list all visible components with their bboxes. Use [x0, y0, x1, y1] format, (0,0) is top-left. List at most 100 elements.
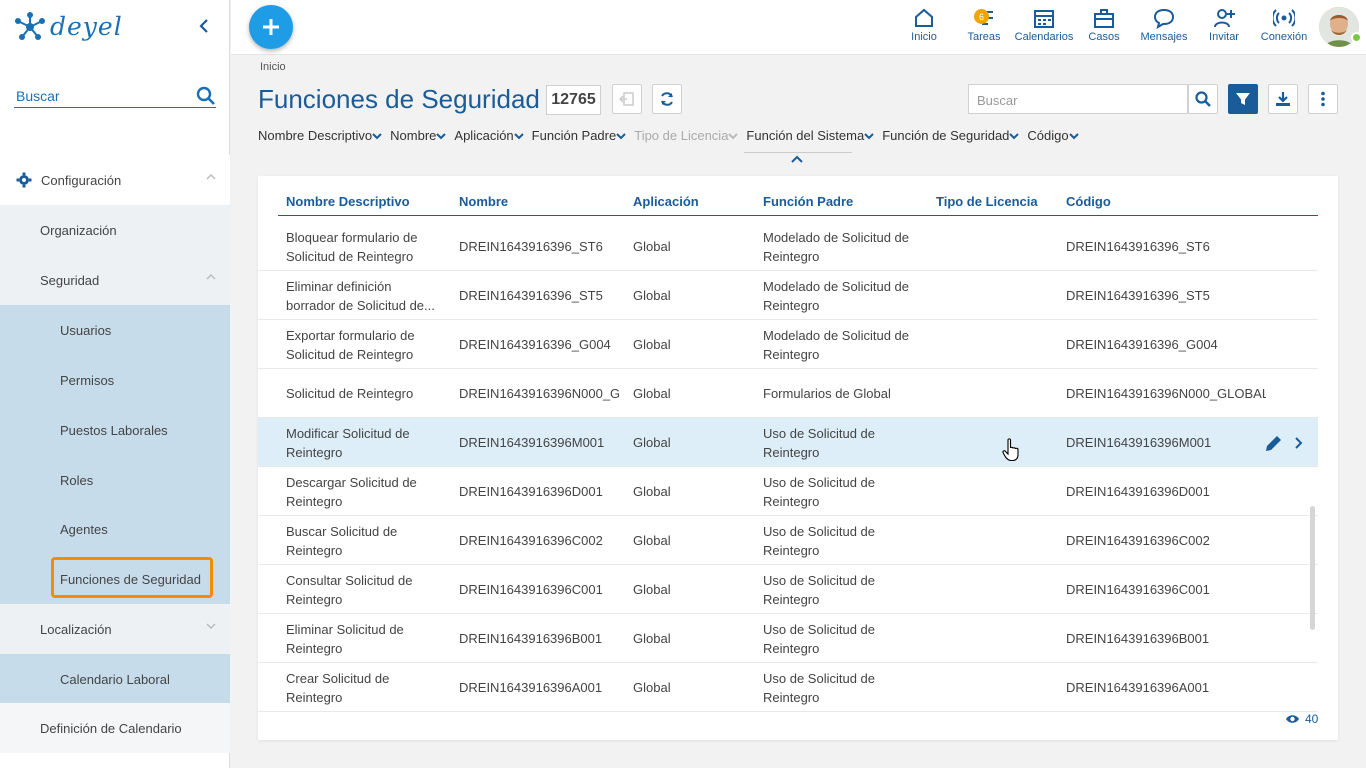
more-options-button[interactable]	[1308, 84, 1338, 114]
topnav-label: Inicio	[911, 31, 937, 43]
chevron-down-icon	[206, 623, 216, 630]
topnav-mensajes[interactable]: Mensajes	[1132, 7, 1196, 47]
sidebar-item-organizacion[interactable]: Organización	[0, 205, 230, 255]
refresh-icon	[661, 92, 673, 106]
search-icon[interactable]	[196, 86, 216, 106]
column-header[interactable]: Función Padre	[763, 194, 853, 209]
search-icon	[1195, 91, 1211, 107]
topnav-inicio[interactable]: Inicio	[892, 7, 956, 47]
chevron-up-icon	[206, 173, 216, 180]
cell-codigo: DREIN1643916396N000_GLOBAL	[1066, 386, 1266, 401]
topnav-calendarios[interactable]: Calendarios	[1012, 7, 1076, 47]
topnav-label: Tareas	[967, 31, 1001, 43]
column-header[interactable]: Nombre	[459, 194, 508, 209]
table-row[interactable]: Crear Solicitud de Reintegro DREIN1643916…	[258, 663, 1318, 712]
sidebar-item-permisos[interactable]: Permisos	[0, 355, 230, 405]
cell-aplicacion: Global	[633, 680, 671, 695]
cell-desc: Modificar Solicitud de Reintegro	[286, 425, 410, 460]
filter-funcion-padre[interactable]: Función Padre	[532, 128, 627, 143]
collapse-filters-icon[interactable]	[791, 155, 803, 163]
filter-button[interactable]	[1228, 84, 1258, 114]
table-row[interactable]: Eliminar definición borrador de Solicitu…	[258, 271, 1318, 320]
download-button[interactable]	[1268, 84, 1298, 114]
search-input[interactable]: Buscar	[968, 84, 1188, 114]
sidebar-item-usuarios[interactable]: Usuarios	[0, 305, 230, 355]
sidebar-item-agentes[interactable]: Agentes	[0, 504, 230, 554]
record-count: 12765	[546, 85, 601, 115]
cell-funcion-padre: Modelado de Solicitud de Reintegro	[763, 278, 909, 313]
sidebar-item-roles[interactable]: Roles	[0, 455, 230, 505]
sidebar-item-label: Definición de Calendario	[40, 720, 182, 736]
table-row[interactable]: Buscar Solicitud de Reintegro DREIN164391…	[258, 516, 1318, 565]
column-header[interactable]: Código	[1066, 194, 1111, 209]
table-header: Nombre Descriptivo Nombre Aplicación Fun…	[278, 190, 1318, 216]
cell-funcion-padre: Uso de Solicitud de Reintegro	[763, 474, 876, 509]
sidebar-item-seguridad[interactable]: Seguridad	[0, 255, 230, 305]
sidebar-item-configuracion[interactable]: Configuración	[0, 155, 230, 205]
cell-tipo-licencia	[936, 271, 1046, 320]
cell-desc: Buscar Solicitud de Reintegro	[286, 523, 398, 558]
topnav-conexion[interactable]: Conexión	[1252, 7, 1316, 47]
table-row[interactable]: Exportar formulario de Solicitud de Rein…	[258, 320, 1318, 369]
topnav-tareas[interactable]: 6 Tareas	[952, 7, 1016, 47]
kebab-icon	[1321, 91, 1325, 107]
cell-nombre: DREIN1643916396_G004	[459, 337, 611, 352]
filter-tipo-de-licencia[interactable]: Tipo de Licencia	[634, 128, 739, 143]
refresh-button[interactable]	[652, 84, 682, 114]
cell-aplicacion: Global	[633, 533, 671, 548]
sidebar-search-input[interactable]: Buscar	[14, 84, 216, 108]
cell-tipo-licencia	[936, 222, 1046, 271]
column-header[interactable]: Aplicación	[633, 194, 699, 209]
visible-count-value: 40	[1305, 712, 1319, 726]
breadcrumb[interactable]: Inicio	[260, 61, 286, 73]
sidebar-item-label: Calendario Laboral	[60, 671, 170, 687]
table-row[interactable]: Consultar Solicitud de Reintegro DREIN164…	[258, 565, 1318, 614]
table-row[interactable]: Bloquear formulario de Solicitud de Rein…	[258, 222, 1318, 271]
topnav-label: Mensajes	[1140, 31, 1188, 43]
edit-pencil-icon[interactable]	[1264, 433, 1284, 453]
sidebar-item-localizacion[interactable]: Localización	[0, 604, 230, 654]
filter-funcion-del-sistema[interactable]: Función del Sistema	[746, 128, 874, 143]
table-row[interactable]: Descargar Solicitud de Reintegro DREIN164…	[258, 467, 1318, 516]
table-row[interactable]: Modificar Solicitud de Reintegro DREIN164…	[258, 418, 1318, 467]
column-header[interactable]: Tipo de Licencia	[936, 194, 1038, 209]
chevron-right-icon[interactable]	[1294, 436, 1304, 450]
sidebar-item-definicion-de-calendario[interactable]: Definición de Calendario	[0, 703, 230, 753]
brand-logo[interactable]: deyel	[14, 10, 123, 42]
table-row[interactable]: Eliminar Solicitud de Reintegro DREIN1643…	[258, 614, 1318, 663]
column-header[interactable]: Nombre Descriptivo	[286, 194, 410, 209]
cell-funcion-padre: Modelado de Solicitud de Reintegro	[763, 327, 909, 362]
sidebar-item-puestos-laborales[interactable]: Puestos Laborales	[0, 405, 230, 455]
cell-tipo-licencia	[936, 369, 1046, 418]
cell-funcion-padre: Formularios de Global	[763, 386, 891, 401]
search-button[interactable]	[1188, 84, 1218, 114]
cell-aplicacion: Global	[633, 631, 671, 646]
home-icon	[915, 8, 933, 27]
filter-nombre[interactable]: Nombre	[390, 128, 447, 143]
topnav-casos[interactable]: Casos	[1072, 7, 1136, 47]
topnav-invitar[interactable]: Invitar	[1192, 7, 1256, 47]
sidebar-search-placeholder: Buscar	[16, 87, 60, 104]
scrollbar[interactable]	[1310, 506, 1315, 630]
back-button[interactable]	[612, 84, 642, 114]
sidebar-item-calendario-laboral[interactable]: Calendario Laboral	[0, 654, 230, 704]
filter-nombre-descriptivo[interactable]: Nombre Descriptivo	[258, 128, 382, 143]
collapse-sidebar-button[interactable]	[195, 15, 213, 37]
filter-funcion-de-seguridad[interactable]: Función de Seguridad	[882, 128, 1020, 143]
cell-funcion-padre: Uso de Solicitud de Reintegro	[763, 523, 876, 558]
table-row[interactable]: Solicitud de Reintegro DREIN1643916396N00…	[258, 369, 1318, 418]
sidebar-item-label: Usuarios	[60, 322, 112, 338]
briefcase-icon	[1094, 9, 1114, 28]
filter-aplicacion[interactable]: Aplicación	[454, 128, 524, 143]
chevron-down-icon	[616, 132, 626, 139]
page-title: Funciones de Seguridad	[258, 84, 540, 114]
add-button[interactable]	[249, 5, 293, 49]
cell-codigo: DREIN1643916396B001	[1066, 631, 1210, 646]
chevron-down-icon	[372, 132, 382, 139]
filter-codigo[interactable]: Código	[1027, 128, 1079, 143]
cell-tipo-licencia	[936, 320, 1046, 369]
invite-icon	[1214, 9, 1235, 28]
top-bar: Inicio 6 Tareas Calendarios Casos Mensaj…	[231, 0, 1366, 55]
sidebar-item-label: Seguridad	[40, 272, 100, 288]
cell-codigo: DREIN1643916396_ST6	[1066, 239, 1210, 254]
